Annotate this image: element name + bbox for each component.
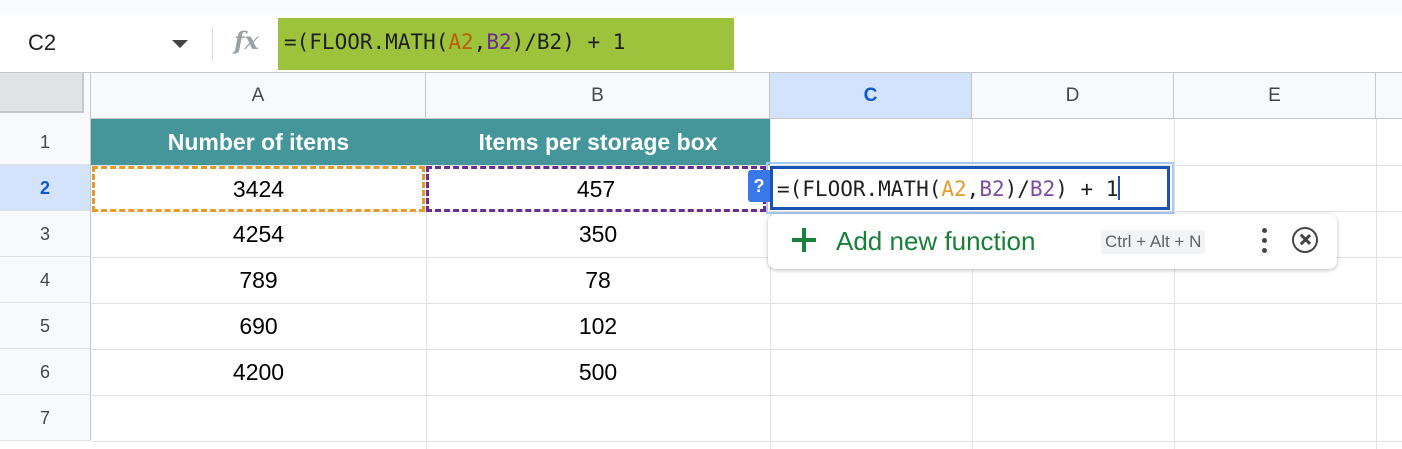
table-cell[interactable]: 4254 xyxy=(91,211,426,257)
cell-editor-text: =(FLOOR.MATH(A2,B2)/B2) + 1 xyxy=(777,176,1121,201)
plus-icon[interactable] xyxy=(790,226,818,254)
column-header-c[interactable]: C xyxy=(770,73,972,119)
row-header-5[interactable]: 5 xyxy=(0,303,91,349)
function-suggestion-popup: Add new function Ctrl + Alt + N xyxy=(768,214,1337,269)
fx-icon: fx xyxy=(234,26,259,55)
column-header-f[interactable] xyxy=(1376,73,1402,119)
toolbar-strip xyxy=(0,0,1402,14)
editor-ref-b2: B2 xyxy=(979,177,1005,201)
shortcut-hint: Ctrl + Alt + N xyxy=(1101,230,1206,254)
cell-b2[interactable]: 457 xyxy=(426,166,766,212)
formula-text: =(FLOOR.MATH(A2,B2)/B2) + 1 xyxy=(284,30,626,54)
formula-help-button[interactable]: ? xyxy=(748,170,770,202)
name-box[interactable]: C2 xyxy=(28,30,56,56)
table-header-cell[interactable]: Number of items xyxy=(91,119,426,165)
divider xyxy=(212,27,213,61)
formula-ref-b2: B2 xyxy=(486,30,512,54)
column-header-b[interactable]: B xyxy=(426,73,770,119)
editor-ref-a2: A2 xyxy=(941,177,967,201)
row-header-7[interactable]: 7 xyxy=(0,395,91,441)
editor-ref-b2-divisor: B2 xyxy=(1029,177,1056,201)
table-cell[interactable]: 789 xyxy=(91,257,426,303)
formula-input[interactable]: =(FLOOR.MATH(A2,B2)/B2) + 1 xyxy=(278,18,734,70)
row-header-1[interactable]: 1 xyxy=(0,119,91,165)
cell-a2[interactable]: 3424 xyxy=(92,166,425,212)
row-header-4[interactable]: 4 xyxy=(0,257,91,303)
text-caret xyxy=(1118,176,1121,200)
table-cell[interactable]: 102 xyxy=(426,303,770,349)
select-all-corner[interactable] xyxy=(0,73,91,120)
more-options-icon[interactable] xyxy=(1260,226,1268,256)
column-header-d[interactable]: D xyxy=(972,73,1174,119)
column-header-a[interactable]: A xyxy=(91,73,426,119)
table-cell[interactable]: 500 xyxy=(426,349,770,395)
cell-editor-c2[interactable]: =(FLOOR.MATH(A2,B2)/B2) + 1 xyxy=(770,166,1170,210)
close-icon[interactable] xyxy=(1292,227,1318,253)
row-header-3[interactable]: 3 xyxy=(0,211,91,257)
table-header-cell[interactable]: Items per storage box xyxy=(426,119,770,165)
add-new-function-button[interactable]: Add new function xyxy=(836,226,1035,257)
table-cell[interactable]: 690 xyxy=(91,303,426,349)
table-cell[interactable]: 78 xyxy=(426,257,770,303)
row-header-2[interactable]: 2 xyxy=(0,165,91,211)
table-cell[interactable]: 350 xyxy=(426,211,770,257)
chevron-down-icon[interactable] xyxy=(172,40,188,48)
column-header-e[interactable]: E xyxy=(1174,73,1376,119)
table-cell[interactable]: 4200 xyxy=(91,349,426,395)
formula-ref-a2: A2 xyxy=(448,30,474,54)
row-header-6[interactable]: 6 xyxy=(0,349,91,395)
formula-bar: C2 fx =(FLOOR.MATH(A2,B2)/B2) + 1 xyxy=(0,14,1402,73)
